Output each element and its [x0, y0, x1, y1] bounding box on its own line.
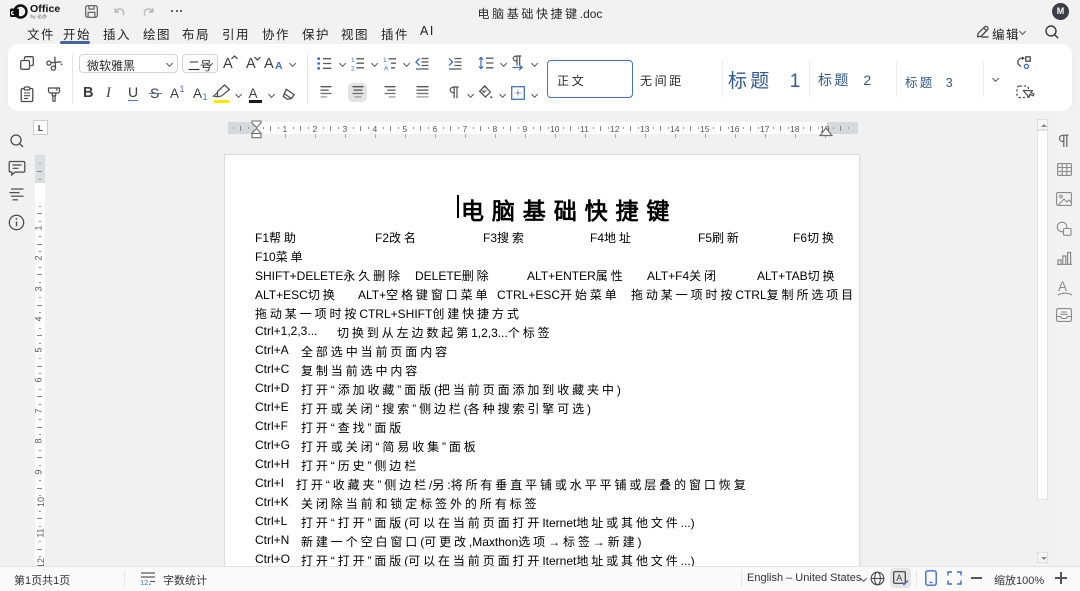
svg-text:2: 2 — [351, 66, 355, 72]
svg-text:A: A — [384, 66, 389, 72]
svg-text:1: 1 — [351, 57, 355, 64]
svg-text:1: 1 — [383, 57, 387, 64]
svg-text:A: A — [896, 573, 902, 583]
svg-text:12: 12 — [140, 578, 148, 586]
